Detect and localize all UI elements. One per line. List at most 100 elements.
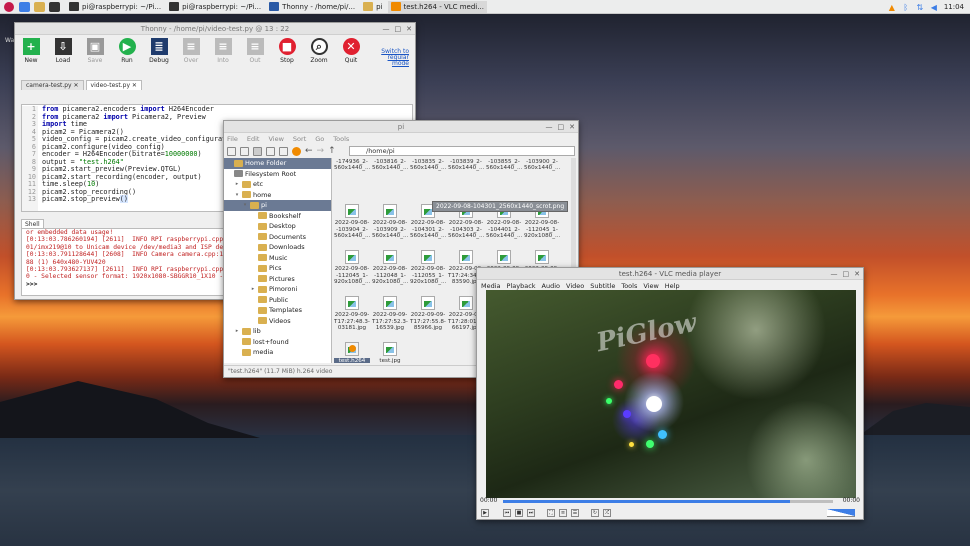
toolbar-save-button[interactable]: ▣ Save — [79, 38, 111, 64]
file-item[interactable]: test.h264 — [334, 342, 370, 363]
sidebar-item[interactable]: Filesystem Root — [224, 169, 331, 180]
seek-bar[interactable]: 00:00 00:00 — [477, 497, 863, 506]
taskbar-item[interactable]: pi@raspberrypi: ~/Pi... — [66, 1, 164, 13]
compact-view-icon[interactable] — [266, 146, 275, 156]
sidebar-item[interactable]: Public — [224, 295, 331, 306]
shuffle-icon[interactable]: ⤮ — [603, 508, 611, 517]
new-tab-icon[interactable] — [227, 146, 236, 156]
file-item[interactable]: 2022-09-09- T17:27:52.3- 16539.jpg — [372, 296, 408, 332]
toolbar-quit-button[interactable]: ✕ Quit — [335, 38, 367, 64]
expander-icon[interactable]: ▸ — [234, 179, 240, 190]
desktop-trash-label[interactable]: Wa — [5, 37, 14, 44]
taskbar-item[interactable]: pi@raspberrypi: ~/Pi... — [166, 1, 264, 13]
vlc-menu-item[interactable]: View — [643, 282, 658, 290]
video-frame[interactable]: PiGlow — [486, 290, 856, 498]
sidebar-item[interactable]: Desktop — [224, 221, 331, 232]
play-icon[interactable]: ▶ — [481, 508, 489, 517]
sidebar-item[interactable]: ▸ lib — [224, 326, 331, 337]
thumbnail-view-icon[interactable] — [253, 146, 262, 156]
stop-icon[interactable]: ■ — [515, 508, 523, 517]
fullscreen-icon[interactable]: ⛶ — [547, 508, 555, 517]
volume-icon[interactable]: ◀ — [930, 3, 938, 12]
toolbar-zoom-button[interactable]: ⌕ Zoom — [303, 38, 335, 64]
file-item[interactable]: 2022-09-08--103839_2-560x1440_... — [448, 158, 484, 172]
minimize-icon[interactable]: — — [383, 23, 390, 35]
expander-icon[interactable]: ▸ — [250, 284, 256, 295]
seek-track[interactable] — [503, 500, 833, 503]
file-item[interactable]: 2022-09-08--103816_2-560x1440_... — [372, 158, 408, 172]
vlc-menu-item[interactable]: Media — [481, 282, 501, 290]
toolbar-run-button[interactable]: ▶ Run — [111, 38, 143, 64]
vlc-menu-item[interactable]: Playback — [507, 282, 536, 290]
bluetooth-icon[interactable]: ᛒ — [902, 3, 910, 12]
switch-mode-link[interactable]: Switch to regular mode — [379, 49, 409, 67]
fm-menu-item[interactable]: View — [268, 135, 283, 143]
file-item[interactable]: 2022-09-08- -103904_2- 560x1440_... — [334, 204, 370, 240]
vlc-menu-item[interactable]: Tools — [621, 282, 637, 290]
maximize-icon[interactable]: □ — [558, 121, 565, 133]
toolbar-into-button[interactable]: ≡ Into — [207, 38, 239, 64]
clock[interactable]: 11:04 — [944, 3, 964, 11]
thonny-titlebar[interactable]: Thonny - /home/pi/video-test.py @ 13 : 2… — [15, 23, 415, 35]
fm-menu-item[interactable]: Sort — [293, 135, 306, 143]
toolbar-out-button[interactable]: ≡ Out — [239, 38, 271, 64]
raspberry-menu-icon[interactable] — [4, 1, 14, 12]
maximize-icon[interactable]: □ — [843, 268, 850, 280]
sidebar-item[interactable]: Music — [224, 253, 331, 264]
expander-icon[interactable]: ▸ — [234, 326, 240, 337]
toolbar-stop-button[interactable]: ■ Stop — [271, 38, 303, 64]
sidebar-item[interactable]: Bookshelf — [224, 211, 331, 222]
close-icon[interactable]: ✕ — [72, 82, 79, 89]
tab-camera-test-py[interactable]: camera-test.py ✕ — [21, 80, 84, 90]
minimize-icon[interactable]: — — [831, 268, 838, 280]
close-icon[interactable]: ✕ — [406, 23, 412, 35]
forward-icon[interactable]: → — [317, 146, 325, 156]
tab-video-test-py[interactable]: video-test.py ✕ — [85, 80, 142, 90]
file-item[interactable]: 2022-09-09- T17:27:48.3- 03181.jpg — [334, 296, 370, 332]
toolbar-new-button[interactable]: + New — [15, 38, 47, 64]
file-item[interactable]: 2022-09-08- -112048_1- 920x1080_... — [372, 250, 408, 286]
sidebar-item[interactable]: Downloads — [224, 242, 331, 253]
sidebar-item[interactable]: media — [224, 347, 331, 358]
vlc-titlebar[interactable]: test.h264 - VLC media player — □ ✕ — [477, 268, 863, 280]
network-icon[interactable]: ⇅ — [916, 3, 924, 12]
sidebar-item[interactable]: Pictures — [224, 274, 331, 285]
file-item[interactable]: 2022-09-08- -103909_2- 560x1440_... — [372, 204, 408, 240]
fm-menu-item[interactable]: File — [227, 135, 238, 143]
file-item[interactable]: 2022-09-08- -112045_1- 920x1080_... — [334, 250, 370, 286]
file-item[interactable]: 2022-09-07--174936_2-560x1440_... — [334, 158, 370, 172]
sidebar-item[interactable]: Documents — [224, 232, 331, 243]
volume-slider[interactable] — [827, 509, 855, 517]
bookmark-icon[interactable] — [292, 146, 301, 156]
file-item[interactable]: 2022-09-08- -112055_1- 920x1080_... — [410, 250, 446, 286]
sidebar-item[interactable]: ▸ etc — [224, 179, 331, 190]
taskbar-item[interactable]: pi — [360, 1, 385, 13]
path-bar[interactable]: /home/pi — [349, 146, 575, 156]
extended-settings-icon[interactable]: ≡ — [559, 508, 567, 517]
taskbar-item[interactable]: Thonny - /home/pi/... — [266, 1, 358, 13]
sidebar-item[interactable]: Pics — [224, 263, 331, 274]
up-icon[interactable]: ↑ — [328, 146, 336, 156]
expander-icon[interactable]: ▾ — [234, 190, 240, 201]
maximize-icon[interactable]: □ — [395, 23, 402, 35]
toolbar-load-button[interactable]: ⇩ Load — [47, 38, 79, 64]
minimize-icon[interactable]: — — [546, 121, 553, 133]
fm-menu-item[interactable]: Go — [315, 135, 324, 143]
sidebar-item[interactable]: Templates — [224, 305, 331, 316]
vlc-menu-item[interactable]: Subtitle — [590, 282, 615, 290]
file-item[interactable]: 2022-09-08--103900_2-560x1440_... — [524, 158, 560, 172]
next-icon[interactable]: ⏭ — [527, 508, 535, 517]
file-item[interactable]: 2022-09-08--103835_2-560x1440_... — [410, 158, 446, 172]
file-item[interactable]: 2022-09-09- T17:27:55.8- 85966.jpg — [410, 296, 446, 332]
close-icon[interactable]: ✕ — [854, 268, 860, 280]
toolbar-over-button[interactable]: ≡ Over — [175, 38, 207, 64]
sidebar-item[interactable]: ▾ home — [224, 190, 331, 201]
file-item[interactable]: 2022-09-08--103855_2-560x1440_... — [486, 158, 522, 172]
vlc-menu-item[interactable]: Video — [566, 282, 584, 290]
file-manager-icon[interactable] — [34, 1, 45, 12]
icon-view-icon[interactable] — [240, 146, 249, 156]
toolbar-debug-button[interactable]: ≣ Debug — [143, 38, 175, 64]
vlc-menu-item[interactable]: Audio — [542, 282, 560, 290]
loop-icon[interactable]: ↻ — [591, 508, 599, 517]
sidebar-item[interactable]: ▾ pi — [224, 200, 331, 211]
